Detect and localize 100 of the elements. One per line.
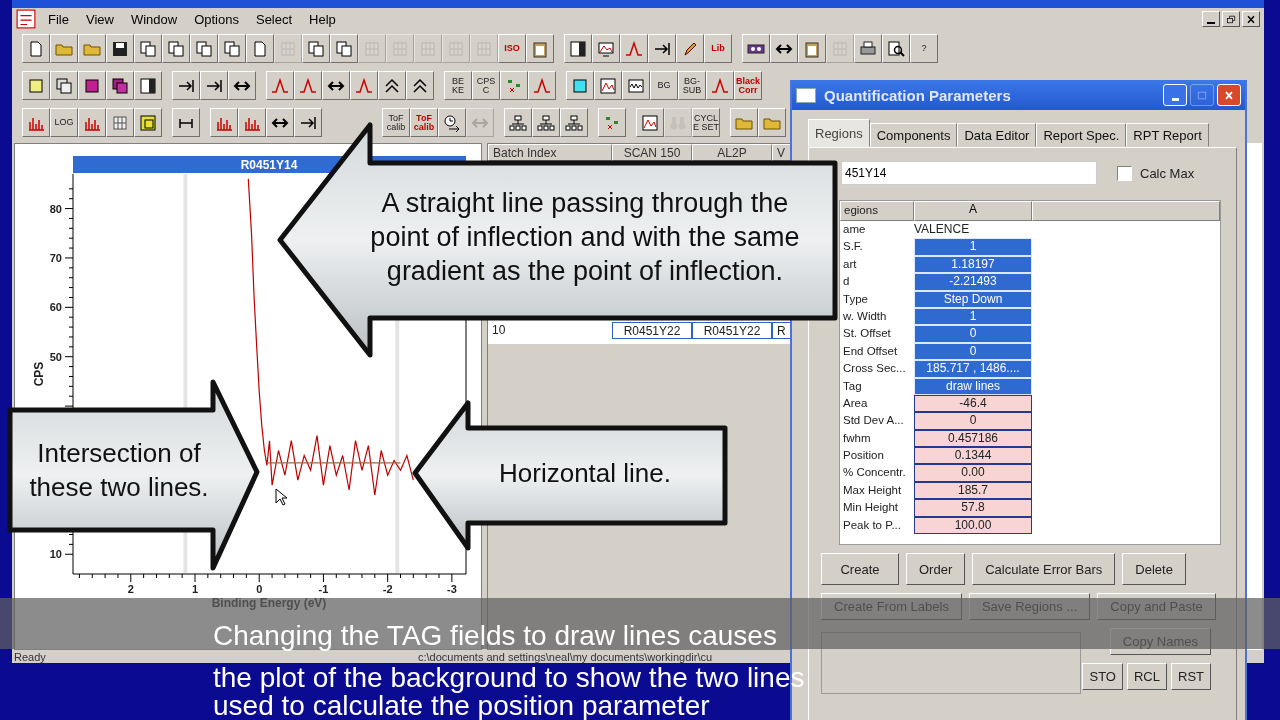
toolbar-button[interactable]: ISO (498, 34, 526, 63)
clock-icon (443, 113, 461, 132)
toolbar-button[interactable] (622, 71, 650, 100)
menu-item[interactable]: Select (255, 11, 293, 27)
dialog-title: Quantification Parameters (824, 86, 1011, 104)
toolbar-button[interactable] (532, 108, 560, 137)
y-tick-label: 50 (49, 350, 62, 363)
dialog-button[interactable]: STO (1082, 663, 1123, 690)
table-cell[interactable]: -2.21493 (914, 273, 1032, 291)
menu-item[interactable]: File (48, 11, 69, 27)
toolbar-button[interactable]: ToF calib (382, 108, 410, 137)
x-tick-label: -3 (447, 583, 457, 595)
chevron-icon (411, 76, 429, 95)
toolbar-button[interactable] (322, 71, 350, 100)
frame-icon (569, 39, 587, 58)
toolbar-button[interactable] (882, 34, 910, 63)
copy-icon (223, 39, 241, 58)
tab[interactable]: Data Editor (957, 123, 1037, 147)
menu-item[interactable]: Options (194, 11, 239, 27)
toolbar-button[interactable] (438, 108, 466, 137)
toolbar-button[interactable] (106, 34, 134, 63)
toolbar-button[interactable] (770, 34, 798, 63)
column-header[interactable]: Batch Index (488, 144, 612, 161)
x-tick-label: -1 (318, 583, 329, 595)
toolbar-button[interactable] (560, 108, 588, 137)
printer-icon (859, 39, 877, 58)
minimize-button[interactable] (1202, 11, 1220, 27)
toolbar-button[interactable]: BE KE (444, 71, 472, 100)
grid-icon (279, 39, 297, 58)
toolbar-button[interactable] (228, 71, 256, 100)
table-cell-text: VALENCE (914, 221, 971, 238)
row-label: Type (842, 291, 869, 307)
toolbar-button[interactable] (172, 71, 200, 100)
toolbar-button[interactable] (648, 34, 676, 63)
toolbar-button[interactable] (266, 108, 294, 137)
close-button[interactable] (1242, 11, 1260, 27)
row-label: Std Dev A... (842, 413, 905, 429)
toolbar-button[interactable] (406, 71, 434, 100)
dialog-button[interactable]: RST (1171, 663, 1211, 690)
dialog-button[interactable]: Calculate Error Bars (972, 553, 1116, 585)
toolbar-button[interactable]: BG (650, 71, 678, 100)
chevron-icon (383, 76, 401, 95)
x-tick-label: 1 (191, 583, 199, 595)
toolbar-button[interactable] (378, 71, 406, 100)
toolbar-button[interactable]: BG-SUB (678, 71, 706, 100)
toolbar-button[interactable] (504, 108, 532, 137)
tab[interactable]: Components (869, 123, 958, 147)
table-cell[interactable]: 1 (914, 238, 1032, 256)
dialog-button[interactable]: RCL (1127, 663, 1167, 690)
row-label: S.F. (842, 239, 864, 255)
restore-button[interactable] (1222, 11, 1240, 27)
y-tick-label: 10 (49, 548, 62, 561)
close-icon (1245, 13, 1257, 25)
dialog-button[interactable]: Delete (1122, 553, 1186, 585)
menu-item[interactable]: View (85, 11, 114, 27)
row-label: Area (842, 395, 869, 411)
square-icon (571, 76, 589, 95)
table-cell[interactable]: 0 (914, 325, 1032, 343)
toolbar-button[interactable]: CYCLE SET (692, 108, 720, 137)
tab[interactable]: Report Spec. (1036, 123, 1127, 147)
square-icon (83, 76, 101, 95)
toolbar-button[interactable]: Lib (704, 34, 732, 63)
tab[interactable]: Regions (808, 119, 870, 147)
toolbar-button[interactable] (676, 34, 704, 63)
menu-item[interactable]: Help (309, 11, 336, 27)
toolbar-button[interactable] (134, 71, 162, 100)
toolbar-button[interactable]: Black Corr (734, 71, 762, 100)
dialog-button[interactable]: Order (906, 553, 966, 585)
column-header[interactable]: AL2P (692, 144, 772, 161)
peak-icon (299, 76, 317, 95)
toolbar-button[interactable]: ? (910, 34, 938, 63)
dialog-button[interactable]: Create (821, 553, 899, 585)
toolbar-button[interactable] (78, 71, 106, 100)
toolbar-button[interactable]: ToF calib (410, 108, 438, 137)
tab[interactable]: RPT Report (1126, 123, 1209, 147)
toolbar-button[interactable] (854, 34, 882, 63)
toolbar-button[interactable] (200, 71, 228, 100)
toolbar-button[interactable]: CPS C (472, 71, 500, 100)
plot-title: R0451Y14 (240, 158, 298, 172)
toolbar-button[interactable] (172, 108, 200, 137)
toolbar-button[interactable] (564, 34, 592, 63)
squares-icon (111, 76, 129, 95)
toolbar-button[interactable] (742, 34, 770, 63)
table-cell[interactable]: 185.717 , 1486.... (914, 360, 1032, 378)
maximize-icon (1196, 89, 1208, 101)
column-header[interactable]: egions (840, 201, 914, 221)
toolbar-button[interactable] (106, 71, 134, 100)
grid-icon (391, 39, 409, 58)
column-header[interactable]: SCAN 150 (612, 144, 692, 161)
copy-icon (307, 39, 325, 58)
copy-icon (167, 39, 185, 58)
menu-item[interactable]: Window (130, 11, 178, 27)
column-header[interactable]: A (914, 201, 1032, 221)
toolbar-button[interactable] (294, 108, 322, 137)
toolbar-button[interactable]: LOG (50, 108, 78, 137)
clipboard-icon (803, 39, 821, 58)
checkbox[interactable] (1117, 165, 1132, 181)
row-label: Max Height (842, 482, 903, 498)
name-field[interactable]: 451Y14 (841, 161, 1097, 185)
row-label: % Concentr. (842, 465, 907, 481)
